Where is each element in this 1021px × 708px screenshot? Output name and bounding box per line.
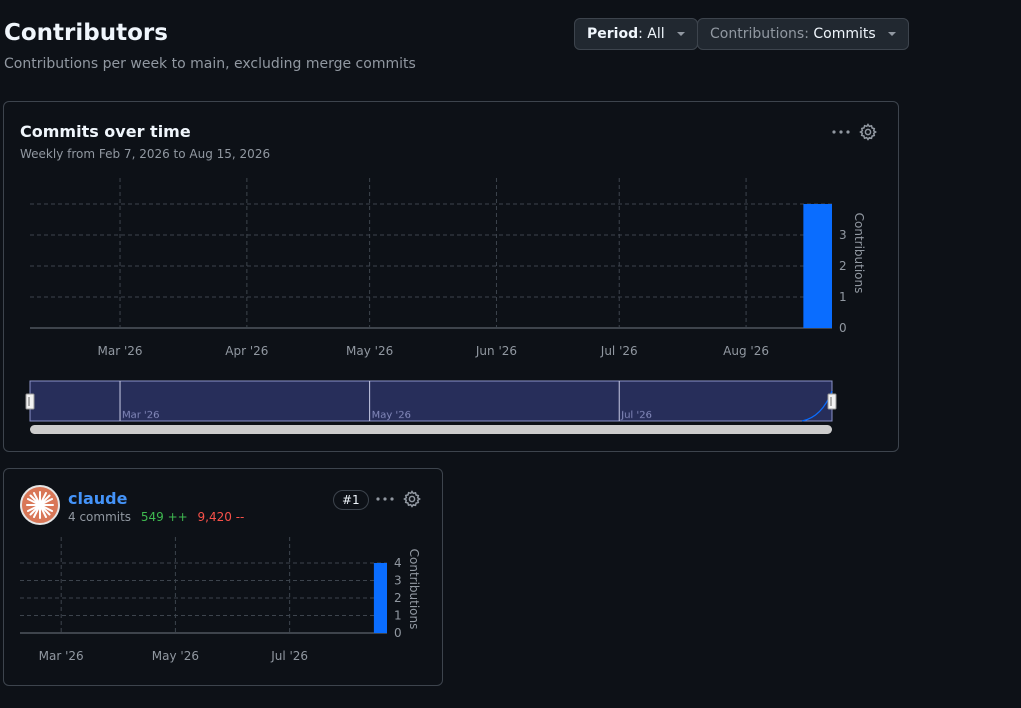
contributor-name-link[interactable]: claude [68,489,127,508]
claude-logo-icon [26,491,54,519]
y-axis-label: Contributions [852,213,866,294]
x-axis-ticks: Mar '26 Apr '26 May '26 Jun '26 Jul '26 Aug '… [98,344,769,358]
avatar[interactable] [20,485,60,525]
additions-count: 549 ++ [140,510,188,524]
x-tick-label: Jul '26 [600,344,638,358]
commits-chart: Mar '26 Apr '26 May '26 Jun '26 Jul '26 Aug '… [25,178,866,434]
y-tick-label: 0 [839,321,847,335]
navigator-scrollbar[interactable] [30,425,832,434]
y-axis-ticks: 0 1 2 3 [839,228,847,335]
x-tick-label: Jun '26 [475,344,517,358]
x-tick-label: Aug '26 [723,344,769,358]
navigator-tick-label: May '26 [372,410,411,421]
chart-grid [30,178,832,329]
contributor-stats: 4 commits 549 ++ 9,420 -- [68,510,244,524]
range-navigator[interactable]: Mar '26 May '26 Jul '26 [25,380,837,434]
y-tick-label: 2 [839,259,847,273]
chart-bars [803,204,832,328]
navigator-tick-label: Jul '26 [620,410,652,421]
x-tick-label: May '26 [346,344,393,358]
commit-count: 4 commits [68,510,132,524]
navigator-handle[interactable] [25,393,35,410]
navigator-handle[interactable] [827,393,837,410]
deletions-count: 9,420 -- [197,510,245,524]
y-tick-label: 3 [839,228,847,242]
y-tick-label: 1 [839,290,847,304]
gear-icon[interactable] [400,487,424,511]
more-options-icon[interactable] [373,487,397,511]
x-tick-label: Apr '26 [225,344,268,358]
bar[interactable] [803,204,832,328]
navigator-tick-label: Mar '26 [122,410,160,421]
rank-badge: #1 [333,490,369,510]
contributor-card: claude 4 commits 549 ++ 9,420 -- #1 [3,468,443,686]
x-tick-label: Mar '26 [98,344,143,358]
